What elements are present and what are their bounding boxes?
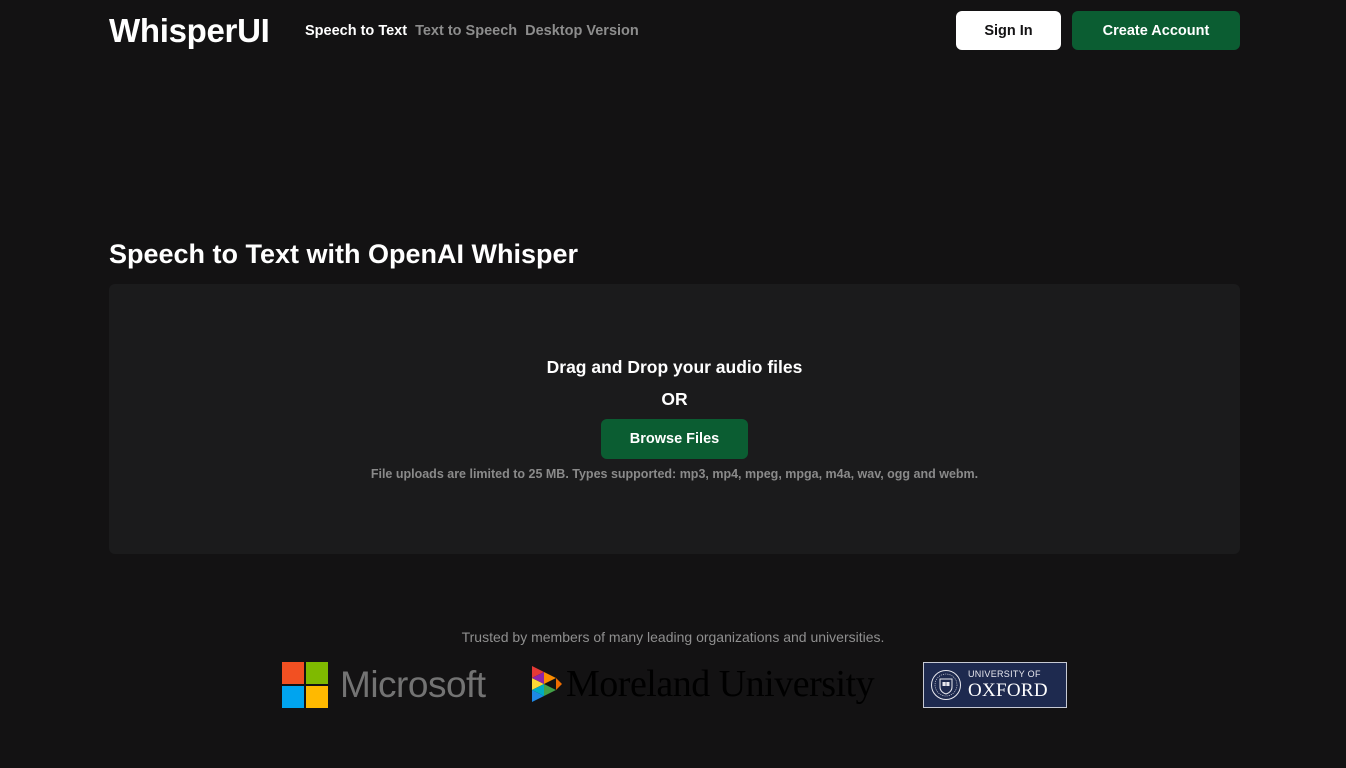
oxford-small-text: UNIVERSITY OF [968,669,1041,679]
upload-limits-note: File uploads are limited to 25 MB. Types… [370,467,979,481]
microsoft-squares-icon [282,661,328,708]
main-nav: Speech to Text Text to Speech Desktop Ve… [305,22,639,40]
create-account-button[interactable]: Create Account [1072,11,1240,50]
trusted-by-text: Trusted by members of many leading organ… [461,629,885,645]
moreland-university-logo: Moreland University [530,662,875,706]
dropzone-title: Drag and Drop your audio files [546,357,803,377]
oxford-logo: UNIVERSITY OF OXFORD [923,662,1067,708]
moreland-wordmark: Moreland University [566,663,875,705]
page: WhisperUI Speech to Text Text to Speech … [0,0,1346,768]
microsoft-wordmark: Microsoft [340,663,486,705]
oxford-big-text: OXFORD [968,680,1048,701]
browse-files-button[interactable]: Browse Files [601,419,748,459]
moreland-triangles-icon [532,666,562,702]
microsoft-logo: Microsoft [282,661,486,708]
file-dropzone[interactable]: Drag and Drop your audio files OR Browse… [109,284,1240,554]
nav-text-to-speech[interactable]: Text to Speech [415,22,517,40]
oxford-crest-icon [931,670,961,700]
page-title: Speech to Text with OpenAI Whisper [109,239,579,269]
top-header: WhisperUI Speech to Text Text to Speech … [0,0,1346,62]
dropzone-or-label: OR [661,389,688,409]
nav-desktop-version[interactable]: Desktop Version [525,22,639,40]
sign-in-button[interactable]: Sign In [956,11,1061,50]
nav-speech-to-text[interactable]: Speech to Text [305,22,407,40]
site-logo[interactable]: WhisperUI [109,11,270,51]
